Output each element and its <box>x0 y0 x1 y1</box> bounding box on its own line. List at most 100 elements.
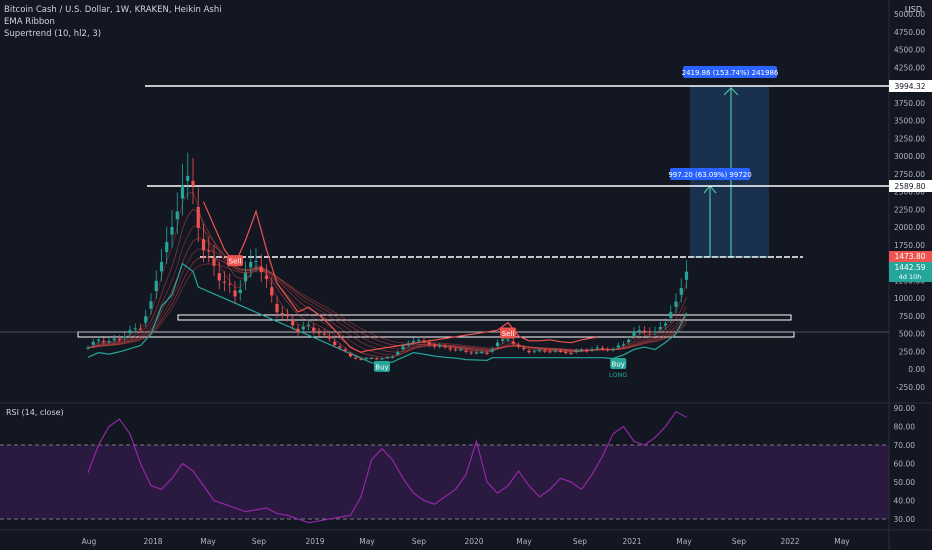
candle-body <box>91 341 95 345</box>
candle-body <box>485 352 489 354</box>
time-tick-label: May <box>834 537 850 546</box>
candle-body <box>322 333 326 335</box>
candle-body <box>285 315 290 317</box>
candle-body <box>438 345 442 347</box>
time-tick-label: Sep <box>732 537 746 546</box>
rsi-axis[interactable]: 90.00 80.00 70.00 60.00 50.00 40.00 30.00 <box>894 404 916 524</box>
candle-body <box>537 350 542 352</box>
candle-body <box>107 341 111 343</box>
candle-body <box>233 290 237 297</box>
price-tick-label: 750.00 <box>899 312 925 321</box>
candle-body <box>495 342 500 346</box>
candle-body <box>663 323 668 326</box>
price-axis[interactable]: 5000.004750.004500.004250.004000.003750.… <box>894 10 925 392</box>
candle-body <box>443 346 447 348</box>
candle-body <box>527 350 531 353</box>
rsi-tick-label: 60.00 <box>894 460 916 469</box>
candle-body <box>165 242 169 253</box>
candle-body <box>364 358 368 360</box>
price-tick-label: 500.00 <box>899 330 925 339</box>
rsi-tick-label: 70.00 <box>894 441 916 450</box>
price-tag-2589-text: 2589.80 <box>894 182 925 191</box>
candle-body <box>490 349 494 352</box>
price-tag-current-text: 1442.59 <box>894 263 925 272</box>
time-tick-label: Sep <box>573 537 587 546</box>
candle-body <box>585 350 589 352</box>
candle-body <box>254 261 258 263</box>
candle-body <box>469 352 473 354</box>
price-tick-label: 4500.00 <box>894 46 925 55</box>
rsi-title[interactable]: RSI (14, close) <box>6 408 64 417</box>
candle-body <box>658 326 662 330</box>
candle-body <box>354 357 358 359</box>
time-tick-label: 2018 <box>143 537 162 546</box>
candle-body <box>296 328 300 333</box>
candle-body <box>511 341 515 344</box>
signal-label: Sell <box>229 258 242 266</box>
candle-body <box>621 344 626 346</box>
candle-body <box>375 358 379 360</box>
price-chart-svg[interactable]: RSI (14, close) 2419.86 (153.74%) 241986… <box>0 0 932 550</box>
candle-body <box>238 289 242 294</box>
time-tick-label: 2020 <box>464 537 483 546</box>
time-tick-label: May <box>200 537 216 546</box>
candle-body <box>222 281 227 283</box>
candle-body <box>270 287 274 296</box>
price-tag-3994-text: 3994.32 <box>894 82 925 91</box>
candle-body <box>569 353 573 355</box>
time-tick-label: Aug <box>82 537 97 546</box>
level-zone-750[interactable] <box>177 314 792 321</box>
candle-body <box>280 313 284 315</box>
candle-body <box>228 283 232 285</box>
candle-body <box>102 340 106 343</box>
candle-body <box>348 353 353 357</box>
candle-body <box>338 346 342 348</box>
candle-body <box>417 340 421 342</box>
candle-body <box>243 272 248 282</box>
candle-body <box>159 262 164 272</box>
candle-body <box>548 351 552 353</box>
price-tick-label: -250.00 <box>896 383 925 392</box>
signal-label: Sell <box>502 330 515 338</box>
candle-body <box>359 359 363 361</box>
candle-body <box>117 338 122 340</box>
time-tick-label: May <box>359 537 375 546</box>
candle-body <box>453 349 458 351</box>
price-tick-label: 0.00 <box>908 365 925 374</box>
price-tick-label: 4750.00 <box>894 28 925 37</box>
price-tick-label: 3000.00 <box>894 152 925 161</box>
candle-body <box>396 352 400 355</box>
supertrend-down <box>202 201 598 353</box>
measure-label-short: 997.20 (63.09%) 99720 <box>668 171 751 179</box>
time-tick-label: Sep <box>412 537 426 546</box>
candle-body <box>275 303 279 313</box>
ema-ribbon-line <box>87 208 687 358</box>
candle-body <box>600 348 605 350</box>
rsi-tick-label: 80.00 <box>894 423 916 432</box>
candle-body <box>369 358 374 360</box>
candle-body <box>301 326 305 330</box>
candle-body <box>648 331 652 333</box>
time-tick-label: May <box>676 537 692 546</box>
price-tag-1473-text: 1473.80 <box>894 252 925 261</box>
candle-body <box>217 273 221 281</box>
candle-body <box>637 330 641 332</box>
candle-body <box>606 349 610 351</box>
ema-ribbon-line <box>87 237 687 353</box>
candle-body <box>448 348 452 350</box>
rsi-band-fill <box>0 445 889 519</box>
level-zone-500[interactable] <box>77 331 795 338</box>
price-tick-label: 4250.00 <box>894 63 925 72</box>
candle-body <box>653 331 657 333</box>
candle-body <box>170 226 174 235</box>
price-tick-label: 2000.00 <box>894 223 925 232</box>
candle-body <box>616 345 620 348</box>
time-axis[interactable]: Aug 2018 May Sep 2019 May Sep 2020 May Sep 2021 May… <box>82 537 851 546</box>
price-tick-label: 3250.00 <box>894 134 925 143</box>
candle-body <box>333 341 337 345</box>
price-tick-label: 3500.00 <box>894 117 925 126</box>
long-label: LONG <box>609 371 627 379</box>
candle-body <box>558 350 563 352</box>
candle-body <box>186 175 190 181</box>
candle-body <box>553 350 557 352</box>
